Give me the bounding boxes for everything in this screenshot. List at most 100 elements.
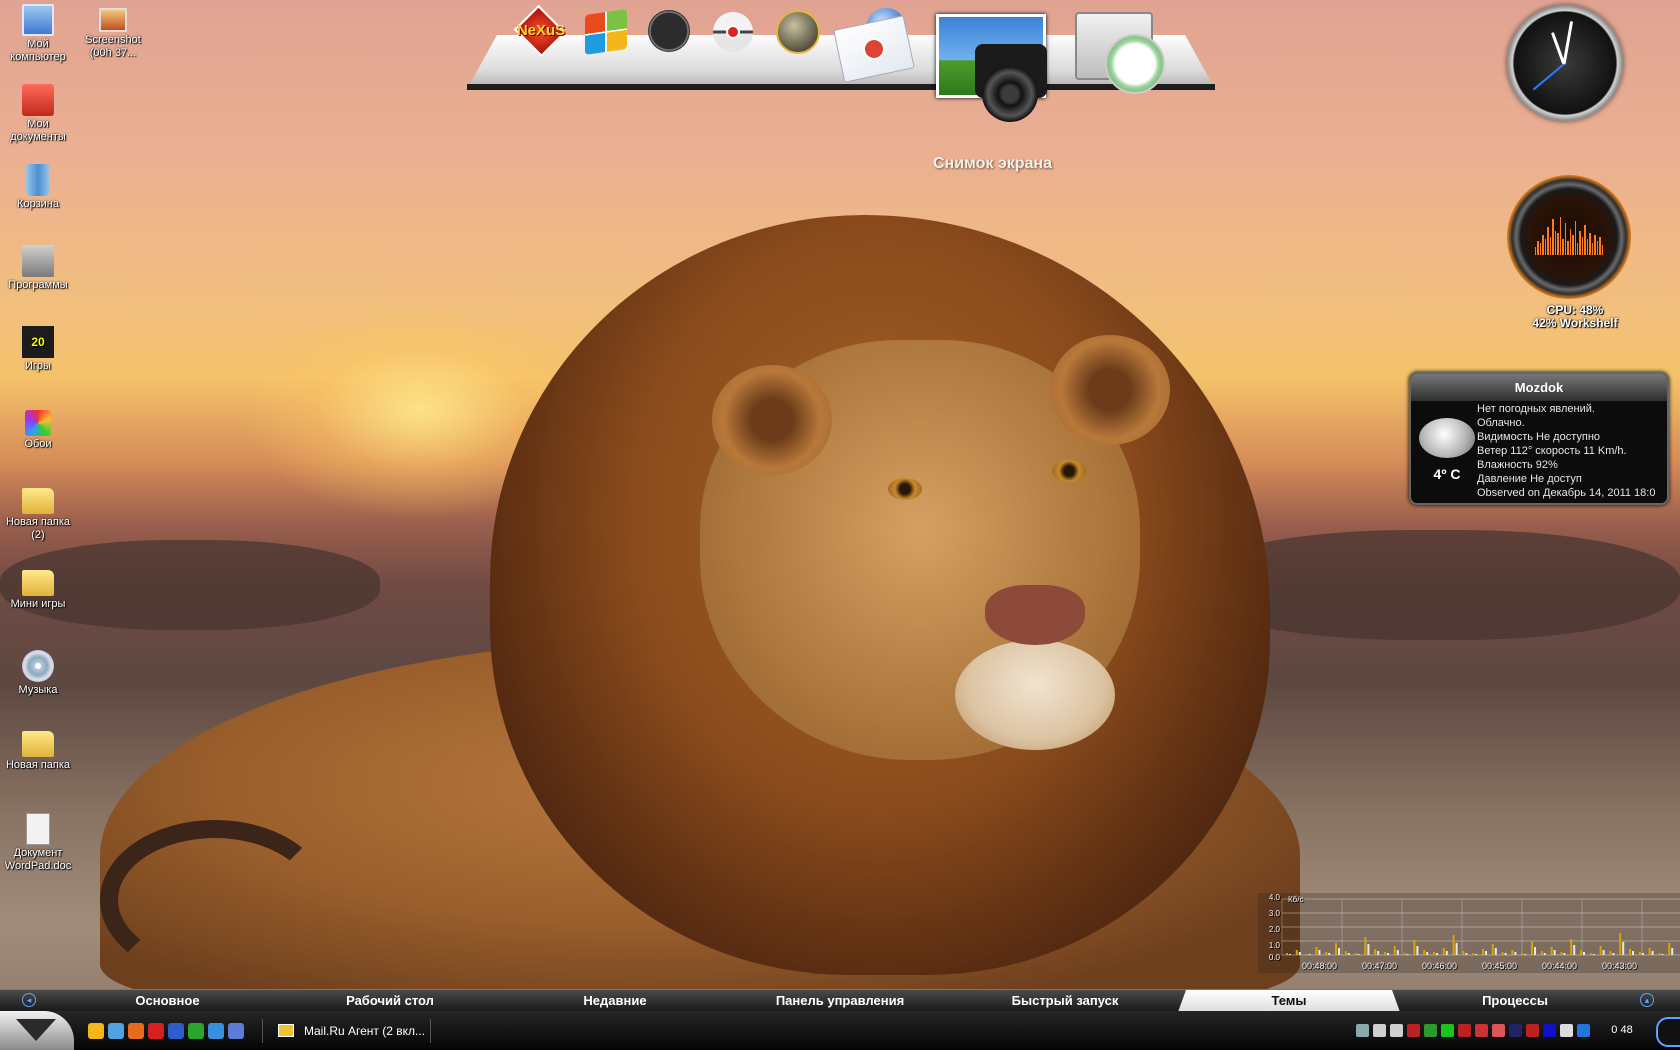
network-upload-bar — [1396, 950, 1399, 955]
globe-dock-icon[interactable] — [776, 10, 820, 54]
desktop-icon-wordpad-doc[interactable]: Документ WordPad.doc — [0, 813, 76, 873]
pokeball-dock-icon[interactable] — [713, 12, 753, 52]
tray-icon[interactable] — [1560, 1024, 1573, 1037]
taskbar: Mail.Ru Агент (2 вкл... 0 48 — [0, 1011, 1680, 1050]
desktop-icon-recycle-bin[interactable]: Корзина — [0, 164, 76, 211]
show-desktop-button[interactable] — [1656, 1017, 1680, 1047]
cpu-meter-gadget[interactable] — [1507, 175, 1631, 299]
network-download-bar — [1433, 952, 1435, 955]
network-upload-bar — [1524, 954, 1527, 955]
tray-icon[interactable] — [1543, 1024, 1556, 1037]
lion-nose — [985, 585, 1085, 645]
tray-icon[interactable] — [1373, 1024, 1386, 1037]
network-upload-bar — [1338, 948, 1340, 955]
network-x-tick: 00:47:00 — [1362, 961, 1398, 971]
tab-processes[interactable]: Процессы — [1420, 990, 1610, 1012]
weather-line: Влажность 92% — [1477, 459, 1558, 471]
network-upload-bar — [1485, 951, 1487, 955]
image-file-icon — [99, 8, 127, 32]
cd-icon — [22, 650, 54, 682]
tray-icon[interactable] — [1458, 1024, 1471, 1037]
taskbar-button-label: Mail.Ru Агент (2 вкл... — [304, 1024, 426, 1038]
taskbar-separator — [430, 1019, 431, 1043]
desktop-icon-my-computer[interactable]: Мой компьютер — [0, 4, 76, 64]
windows-logo-icon[interactable] — [585, 9, 627, 55]
mail-agent-icon — [278, 1024, 294, 1037]
network-download-bar — [1335, 943, 1337, 955]
network-download-bar — [1325, 952, 1328, 955]
start-button[interactable] — [0, 1011, 74, 1050]
tab-recent[interactable]: Недавние — [525, 990, 705, 1012]
network-download-bar — [1648, 948, 1651, 955]
desktop-icon-programs[interactable]: Программы — [0, 245, 76, 292]
recycle-bin-icon — [26, 164, 50, 196]
network-upload-bar — [1308, 954, 1311, 955]
tray-icon[interactable] — [1526, 1024, 1539, 1037]
category-right-button[interactable]: ▴ — [1640, 993, 1654, 1007]
quick-launch-icon[interactable] — [108, 1023, 124, 1039]
desktop-icon-new-folder[interactable]: Новая папка — [0, 731, 76, 772]
tray-icon[interactable] — [1441, 1024, 1454, 1037]
desktop-icon-mini-games[interactable]: Мини игры — [0, 570, 76, 611]
quick-launch-icon[interactable] — [208, 1023, 224, 1039]
start-arrow-icon — [16, 1019, 56, 1041]
network-upload-bar — [1328, 953, 1331, 955]
network-download-bar — [1286, 953, 1288, 955]
quick-launch-icon[interactable] — [168, 1023, 184, 1039]
desktop-icon-music[interactable]: Музыка — [0, 650, 76, 697]
tab-desktop[interactable]: Рабочий стол — [300, 990, 480, 1012]
desktop-icon-my-documents[interactable]: Мои документы — [0, 84, 76, 144]
quick-launch-icon[interactable] — [88, 1023, 104, 1039]
nexus-logo-text: NeXuS — [516, 22, 566, 39]
category-left-button[interactable]: ◂ — [22, 993, 36, 1007]
network-upload-bar — [1573, 945, 1576, 955]
cpu-history-bar — [1576, 243, 1579, 255]
network-download-bar — [1462, 951, 1465, 955]
tray-icon[interactable] — [1509, 1024, 1522, 1037]
tab-control-panel[interactable]: Панель управления — [745, 990, 935, 1012]
desktop-icon-label: Корзина — [17, 198, 59, 210]
tray-icon[interactable] — [1577, 1024, 1590, 1037]
network-download-bar — [1658, 953, 1661, 955]
category-bar: ◂ Основное Рабочий стол Недавние Панель … — [0, 989, 1680, 1011]
tab-themes[interactable]: Темы — [1178, 990, 1400, 1012]
network-upload-bar — [1289, 954, 1291, 955]
tab-basic[interactable]: Основное — [80, 990, 255, 1012]
desktop-icon-wallpapers[interactable]: Обои — [0, 410, 76, 451]
desktop-icon-games[interactable]: 20 Игры — [0, 326, 76, 373]
weather-gadget[interactable]: Mozdok 4º C Нет погодных явлений. Облачн… — [1409, 372, 1669, 505]
tray-clock[interactable]: 0 48 — [1600, 1011, 1644, 1050]
quick-launch-icon[interactable] — [188, 1023, 204, 1039]
camera-lens-icon — [982, 66, 1038, 122]
cpu-history-bar — [1569, 229, 1572, 255]
network-meter-gadget[interactable]: Кб/с 4.0 3.0 2.0 1.0 0.0 00:48:00 00:47:… — [1258, 893, 1680, 973]
tray-icon[interactable] — [1424, 1024, 1437, 1037]
tray-icon[interactable] — [1390, 1024, 1403, 1037]
folder-icon — [22, 570, 54, 596]
taskbar-button-mail-agent[interactable]: Mail.Ru Агент (2 вкл... — [270, 1017, 428, 1045]
quick-launch-icon[interactable] — [148, 1023, 164, 1039]
folder-icon — [22, 731, 54, 757]
quick-launch-icon[interactable] — [228, 1023, 244, 1039]
desktop-icon-label: Обои — [24, 438, 52, 450]
network-upload-bar — [1377, 951, 1380, 955]
network-download-bar — [1589, 953, 1592, 955]
network-download-bar — [1315, 947, 1318, 955]
network-download-bar — [1423, 950, 1426, 955]
cpu-history-bar — [1535, 247, 1537, 255]
quick-launch-icon[interactable] — [128, 1023, 144, 1039]
network-x-tick: 00:45:00 — [1482, 961, 1518, 971]
tray-icon[interactable] — [1356, 1024, 1369, 1037]
tray-icon[interactable] — [1407, 1024, 1420, 1037]
computer-icon — [22, 4, 54, 36]
tray-icon[interactable] — [1492, 1024, 1505, 1037]
cpu-history-bar — [1594, 235, 1596, 255]
desktop-icon-new-folder-2[interactable]: Новая папка (2) — [0, 488, 76, 542]
desktop-icon-label: Программы — [8, 279, 68, 291]
tray-icon[interactable] — [1475, 1024, 1488, 1037]
tab-quick-launch[interactable]: Быстрый запуск — [975, 990, 1155, 1012]
clock-dock-icon[interactable] — [648, 10, 690, 52]
clock-gadget[interactable] — [1507, 5, 1623, 121]
desktop-icon-screenshot[interactable]: Screenshot (00h 37... — [75, 8, 151, 60]
network-upload-bar — [1641, 953, 1644, 955]
